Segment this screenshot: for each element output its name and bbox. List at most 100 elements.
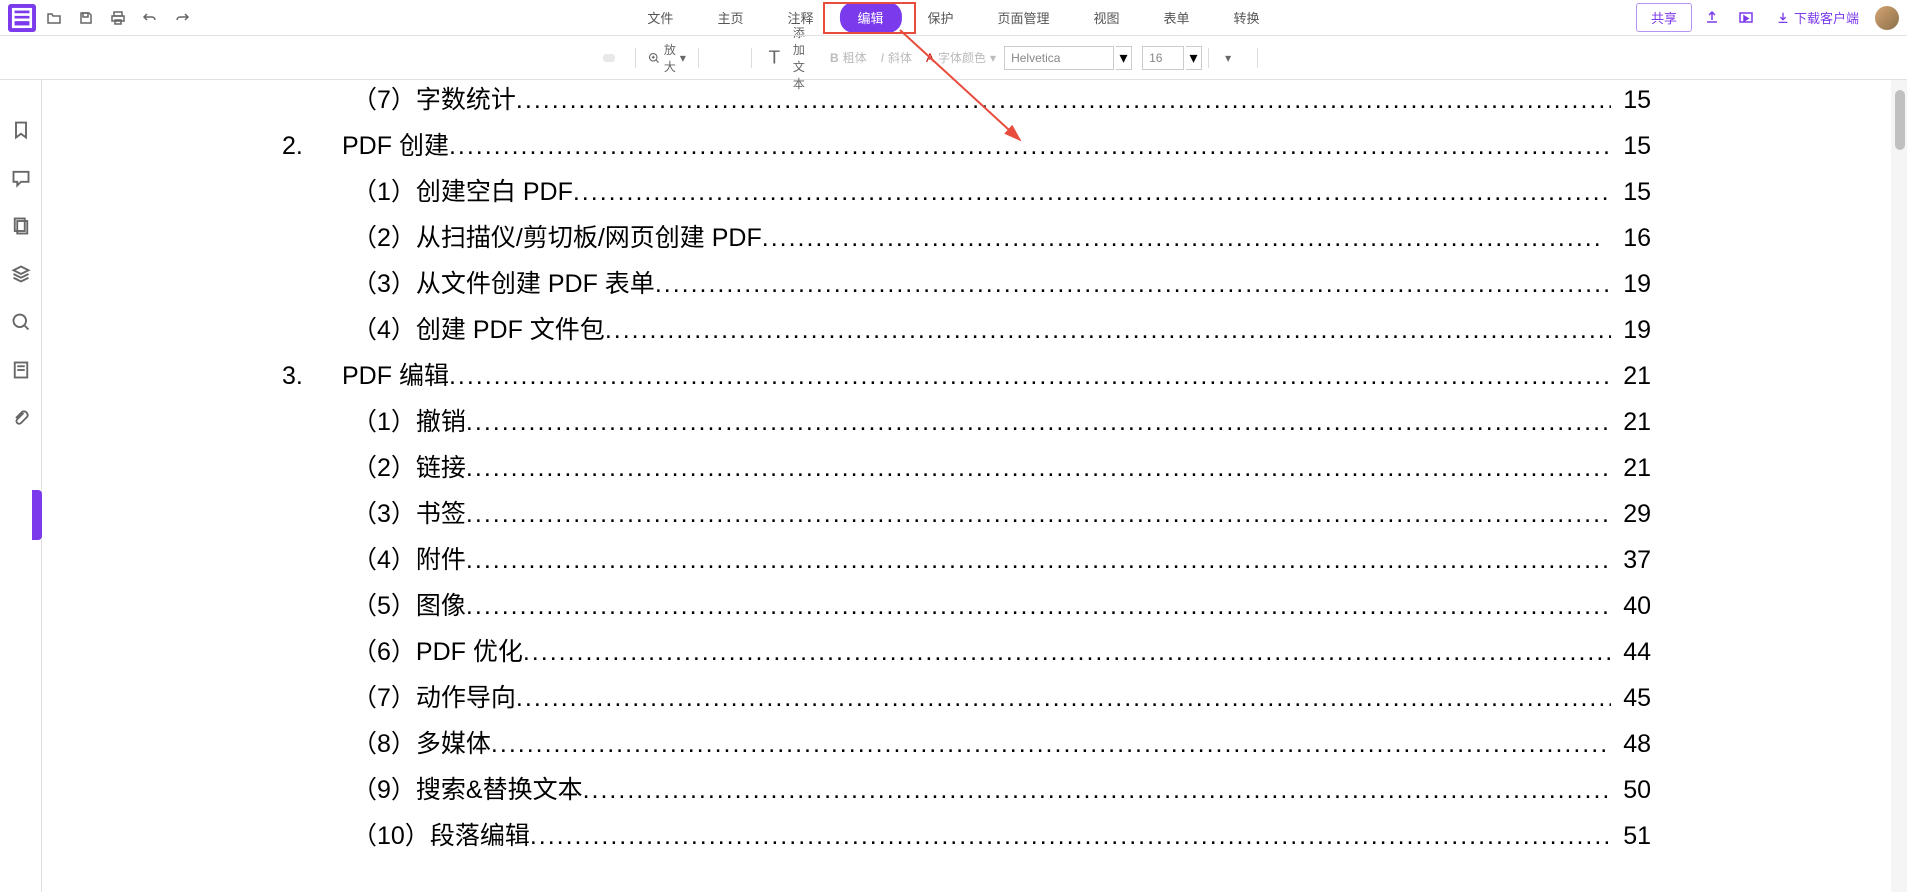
- background-icon[interactable]: [1278, 54, 1290, 62]
- toc-section-title: PDF 创建: [342, 126, 449, 162]
- toc-page-num: 44: [1611, 638, 1651, 667]
- toc-sub-num: （4）: [352, 310, 416, 346]
- app-logo-icon[interactable]: [8, 4, 36, 32]
- tab-view[interactable]: 视图: [1076, 2, 1138, 33]
- download-client-button[interactable]: 下载客户端: [1766, 4, 1869, 31]
- attachment-icon[interactable]: [1239, 54, 1251, 62]
- size-dropdown-icon[interactable]: ▾: [1186, 46, 1202, 70]
- toc-dots: ........................................…: [605, 316, 1611, 345]
- tab-annotate[interactable]: 注释: [769, 2, 831, 33]
- font-dropdown-icon[interactable]: ▾: [1116, 46, 1132, 70]
- tab-form[interactable]: 表单: [1146, 2, 1208, 33]
- toc-sub-num: （5）: [352, 586, 416, 622]
- search-panel-icon[interactable]: [11, 312, 31, 332]
- toc-dots: ........................................…: [466, 408, 1611, 437]
- bookmark-panel-icon[interactable]: [11, 120, 31, 140]
- toc-sub-num: （9）: [352, 770, 416, 806]
- header-footer-icon[interactable]: [1264, 54, 1276, 62]
- edit-text-icon[interactable]: [705, 54, 717, 62]
- toc-page-num: 15: [1611, 86, 1651, 115]
- scrollbar-thumb[interactable]: [1895, 90, 1905, 150]
- toc-entry[interactable]: （3）从文件创建 PDF 表单.........................…: [282, 264, 1651, 300]
- font-name-select[interactable]: [1004, 46, 1114, 70]
- separator: [1257, 48, 1258, 68]
- toc-page-num: 51: [1611, 822, 1651, 851]
- toc-sub-title: PDF 优化: [416, 632, 523, 668]
- quick-access: [8, 4, 196, 32]
- toc-entry[interactable]: 3. PDF 编辑...............................…: [282, 356, 1651, 392]
- pages-panel-icon[interactable]: [11, 216, 31, 236]
- toc-sub-title: 创建 PDF 文件包: [416, 310, 605, 346]
- toc-sub-num: （1）: [352, 172, 416, 208]
- toc-entry[interactable]: 2. PDF 创建...............................…: [282, 126, 1651, 162]
- toc-sub-title: 图像: [416, 586, 466, 622]
- select-tool-icon[interactable]: [617, 54, 629, 62]
- zoom-tool[interactable]: 放大 ▾: [642, 37, 692, 79]
- undo-icon[interactable]: [136, 4, 164, 32]
- link-icon[interactable]: ▾: [1215, 47, 1237, 69]
- toc-entry[interactable]: （2）从扫描仪/剪切板/网页创建 PDF....................…: [282, 218, 1651, 254]
- toc-entry[interactable]: （1）创建空白 PDF.............................…: [282, 172, 1651, 208]
- tab-protect[interactable]: 保护: [909, 2, 971, 33]
- tab-home[interactable]: 主页: [699, 2, 761, 33]
- toc-entry[interactable]: （5） 图像..................................…: [282, 586, 1651, 622]
- share-button[interactable]: 共享: [1636, 3, 1692, 32]
- print-icon[interactable]: [104, 4, 132, 32]
- toc-entry[interactable]: （7） 动作导向................................…: [282, 678, 1651, 714]
- toc-entry[interactable]: （4） 附件..................................…: [282, 540, 1651, 576]
- toc-entry[interactable]: （10） 段落编辑...............................…: [282, 816, 1651, 852]
- tab-convert[interactable]: 转换: [1216, 2, 1278, 33]
- zoom-label: 放大: [664, 41, 676, 75]
- line-icon[interactable]: [733, 54, 745, 62]
- toc-dots: ........................................…: [523, 638, 1611, 667]
- font-color-button[interactable]: A 字体颜色 ▾: [920, 45, 1002, 70]
- bold-button[interactable]: B 粗体: [824, 45, 873, 70]
- toc-page-num: 29: [1611, 500, 1651, 529]
- redo-icon[interactable]: [168, 4, 196, 32]
- present-icon[interactable]: [1732, 4, 1760, 32]
- toc-entry[interactable]: （2） 链接..................................…: [282, 448, 1651, 484]
- toc-page-num: 21: [1611, 454, 1651, 483]
- save-icon[interactable]: [72, 4, 100, 32]
- left-sidebar: [0, 80, 42, 892]
- toc-page-num: 40: [1611, 592, 1651, 621]
- tab-edit[interactable]: 编辑: [839, 2, 901, 33]
- toc-sub-num: （2）: [352, 218, 416, 254]
- toc-dots: ........................................…: [530, 822, 1611, 851]
- export-icon[interactable]: [1698, 4, 1726, 32]
- bookmark-icon[interactable]: [1292, 54, 1304, 62]
- toc-entry[interactable]: （9） 搜索&替换文本.............................…: [282, 770, 1651, 806]
- italic-label: 斜体: [888, 49, 912, 66]
- sidebar-expand-handle[interactable]: [32, 490, 42, 540]
- separator: [1208, 48, 1209, 68]
- image-icon[interactable]: [719, 54, 731, 62]
- vertical-scrollbar[interactable]: [1891, 80, 1907, 892]
- separator: [635, 48, 636, 68]
- toc-sub-title: 附件: [416, 540, 466, 576]
- toc-page-num: 37: [1611, 546, 1651, 575]
- toc-entry[interactable]: （7）字数统计.................................…: [282, 80, 1651, 116]
- toc-page-num: 21: [1611, 408, 1651, 437]
- toc-entry[interactable]: （3） 书签..................................…: [282, 494, 1651, 530]
- toc-entry[interactable]: （4）创建 PDF 文件包...........................…: [282, 310, 1651, 346]
- toc-page-num: 15: [1611, 178, 1651, 207]
- toc-section-num: 3.: [282, 362, 342, 391]
- comment-panel-icon[interactable]: [11, 168, 31, 188]
- toc-sub-title: 撤销: [416, 402, 466, 438]
- tab-file[interactable]: 文件: [629, 2, 691, 33]
- download-label: 下载客户端: [1794, 8, 1859, 27]
- toc-entry[interactable]: （8） 多媒体.................................…: [282, 724, 1651, 760]
- form-panel-icon[interactable]: [11, 360, 31, 380]
- main-tabs: 文件 主页 注释 编辑 保护 页面管理 视图 表单 转换: [629, 2, 1277, 33]
- tab-page-manage[interactable]: 页面管理: [980, 2, 1068, 33]
- toc-entry[interactable]: （6） PDF 优化..............................…: [282, 632, 1651, 668]
- font-size-select[interactable]: [1142, 46, 1184, 70]
- toc-dots: ........................................…: [466, 500, 1611, 529]
- open-icon[interactable]: [40, 4, 68, 32]
- italic-button[interactable]: I 斜体: [875, 45, 918, 70]
- hand-tool-icon[interactable]: [603, 54, 615, 62]
- user-avatar[interactable]: [1875, 6, 1899, 30]
- toc-entry[interactable]: （1） 撤销..................................…: [282, 402, 1651, 438]
- attachment-panel-icon[interactable]: [11, 408, 31, 428]
- layers-panel-icon[interactable]: [11, 264, 31, 284]
